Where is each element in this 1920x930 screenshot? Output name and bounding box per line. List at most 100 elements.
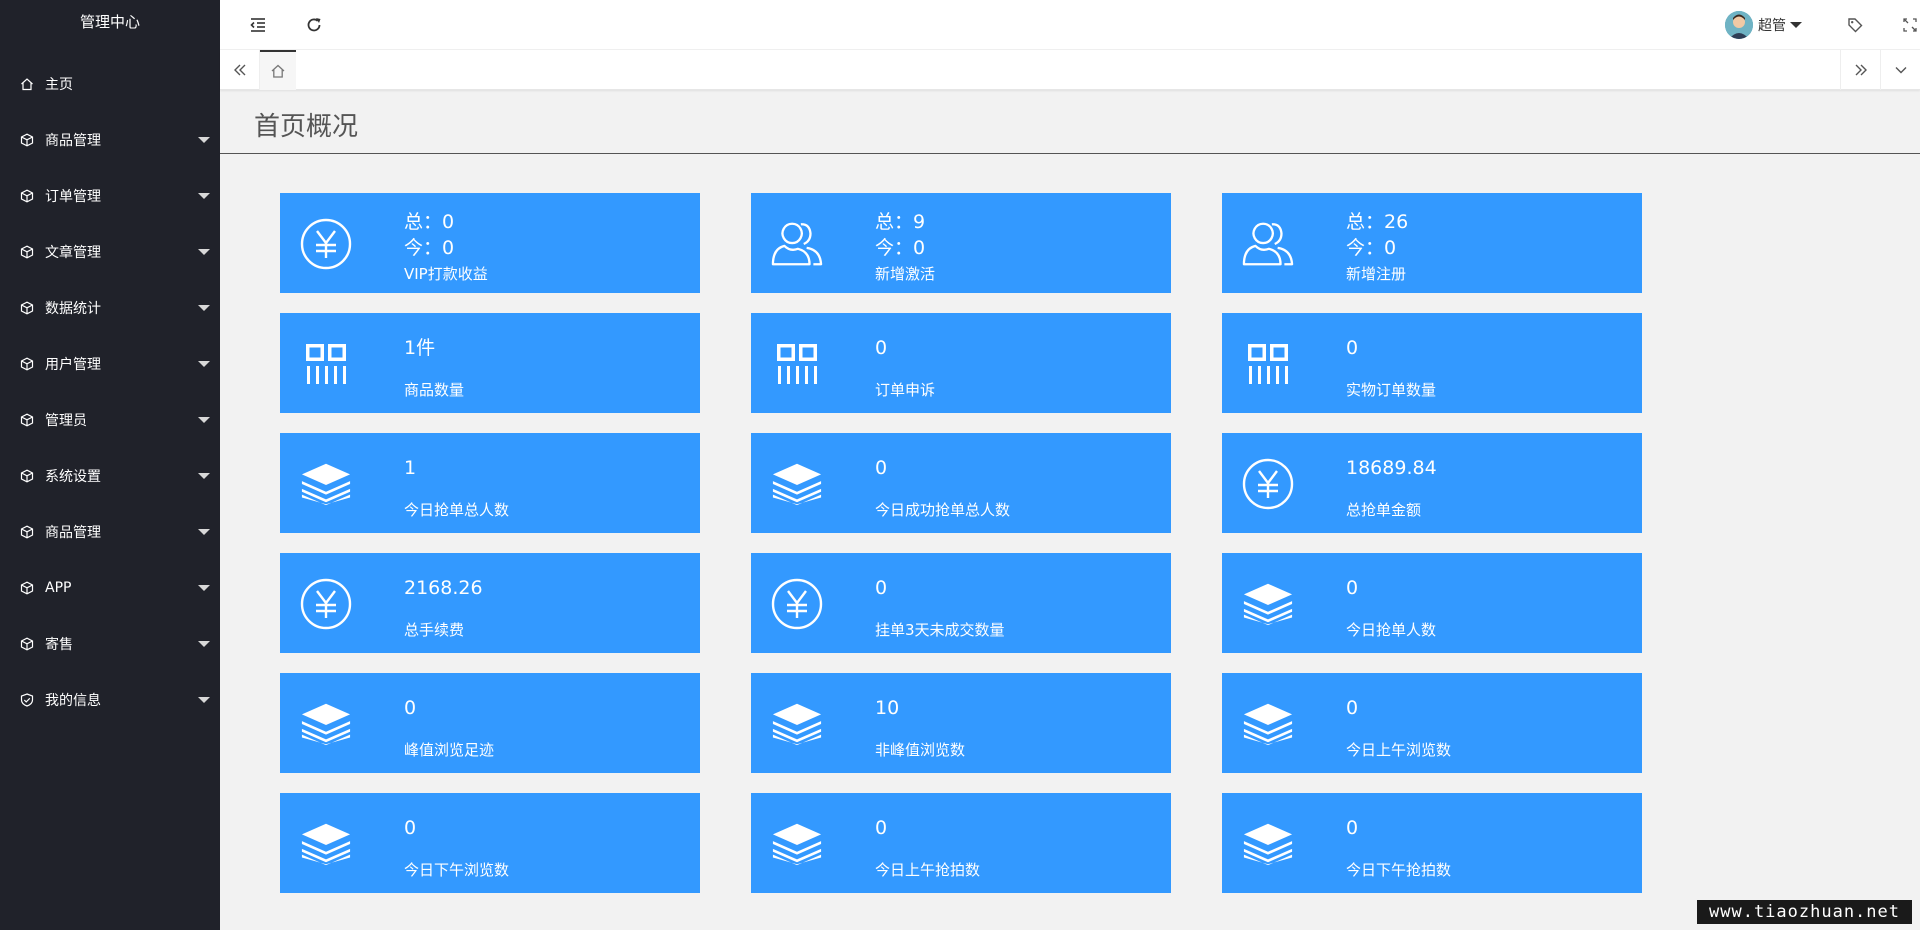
stat-value: 18689.84: [1346, 457, 1437, 479]
cube-icon: [20, 189, 34, 203]
stat-card[interactable]: 0 今日成功抢单总人数: [751, 433, 1171, 533]
stat-card[interactable]: 0 今日下午抢拍数: [1222, 793, 1642, 893]
sidebar-item-3[interactable]: 文章管理: [0, 224, 220, 280]
sidebar-item-11[interactable]: 我的信息: [0, 672, 220, 728]
sidebar-item-2[interactable]: 订单管理: [0, 168, 220, 224]
stat-card[interactable]: 1件 商品数量: [280, 313, 700, 413]
users-icon: [771, 218, 823, 270]
stat-today: 今：0: [404, 235, 454, 261]
sidebar-item-4[interactable]: 数据统计: [0, 280, 220, 336]
stat-card[interactable]: 总：9 今：0 新增激活: [751, 193, 1171, 293]
stat-card[interactable]: 0 今日上午抢拍数: [751, 793, 1171, 893]
stat-today-label: 今：: [875, 237, 914, 259]
tags-button[interactable]: [1830, 0, 1880, 50]
cube-icon: [20, 133, 34, 147]
stat-label: 总手续费: [404, 621, 465, 639]
sidebar-item-0[interactable]: 主页: [0, 56, 220, 112]
stat-total: 总：9: [875, 209, 925, 235]
stat-total: 总：26: [1346, 209, 1408, 235]
sidebar-item-label: 商品管理: [45, 133, 101, 149]
layers-icon: [1242, 578, 1294, 630]
stat-card[interactable]: 0 今日上午浏览数: [1222, 673, 1642, 773]
stat-total-value: 0: [442, 211, 455, 233]
double-chevron-right-icon: [1855, 64, 1867, 76]
stat-total-label: 总：: [404, 211, 443, 233]
sidebar-item-10[interactable]: 寄售: [0, 616, 220, 672]
sidebar-item-label: 我的信息: [45, 693, 101, 709]
yen-icon: [300, 578, 352, 630]
sidebar-item-label: 主页: [45, 77, 73, 93]
stat-label: 订单申诉: [875, 381, 936, 399]
stat-card[interactable]: 0 挂单3天未成交数量: [751, 553, 1171, 653]
toggle-sidebar-button[interactable]: [233, 0, 283, 50]
stat-card[interactable]: 0 今日抢单人数: [1222, 553, 1642, 653]
caret-down-icon: [198, 305, 210, 311]
layers-icon: [300, 818, 352, 870]
stat-card[interactable]: 0 今日下午浏览数: [280, 793, 700, 893]
stat-value: 1: [404, 457, 417, 479]
sidebar-item-1[interactable]: 商品管理: [0, 112, 220, 168]
stat-card[interactable]: 总：26 今：0 新增注册: [1222, 193, 1642, 293]
sidebar-item-8[interactable]: 商品管理: [0, 504, 220, 560]
stat-value: 0: [875, 817, 888, 839]
user-menu[interactable]: 超管: [1725, 0, 1802, 50]
top-header: 超管: [220, 0, 1920, 50]
sidebar-item-label: 商品管理: [45, 525, 101, 541]
cube-icon: [20, 581, 34, 595]
stat-today-value: 0: [1384, 237, 1397, 259]
chevron-down-icon: [1895, 67, 1906, 74]
sidebar-item-9[interactable]: APP: [0, 560, 220, 616]
stat-card[interactable]: 10 非峰值浏览数: [751, 673, 1171, 773]
stat-value: 0: [875, 337, 888, 359]
stat-card[interactable]: 0 订单申诉: [751, 313, 1171, 413]
stat-card[interactable]: 18689.84 总抢单金额: [1222, 433, 1642, 533]
yen-icon: [771, 578, 823, 630]
sidebar: 管理中心 主页 商品管理 订单管理 文章管理 数据统计 用户管理 管理员 系统设置 商品管理 AP…: [0, 0, 220, 930]
stat-card[interactable]: 0 峰值浏览足迹: [280, 673, 700, 773]
stat-label: VIP打款收益: [404, 265, 488, 283]
stat-value: 0: [404, 697, 417, 719]
stat-card[interactable]: 2168.26 总手续费: [280, 553, 700, 653]
stat-value: 2168.26: [404, 577, 483, 599]
caret-down-icon: [198, 585, 210, 591]
tab-home[interactable]: [260, 50, 296, 90]
tabs-bar: [220, 50, 1920, 90]
yen-icon: [1242, 458, 1294, 510]
sidebar-item-label: 管理员: [45, 413, 87, 429]
stat-value: 1件: [404, 337, 436, 359]
stat-card[interactable]: 0 实物订单数量: [1222, 313, 1642, 413]
stat-total-value: 9: [913, 211, 926, 233]
sidebar-menu: 主页 商品管理 订单管理 文章管理 数据统计 用户管理 管理员 系统设置 商品管理 APP 寄售 我的…: [0, 56, 220, 728]
layers-icon: [300, 698, 352, 750]
stat-today-value: 0: [913, 237, 926, 259]
sidebar-item-label: 数据统计: [45, 301, 101, 317]
users-icon: [1242, 218, 1294, 270]
layers-icon: [1242, 818, 1294, 870]
stat-label: 今日成功抢单总人数: [875, 501, 1011, 519]
tabs-scroll-left-button[interactable]: [220, 50, 260, 90]
stat-label: 新增注册: [1346, 265, 1407, 283]
caret-down-icon: [198, 529, 210, 535]
home-icon: [20, 77, 34, 91]
avatar: [1725, 11, 1753, 39]
tabs-menu-button[interactable]: [1880, 50, 1920, 90]
sidebar-item-5[interactable]: 用户管理: [0, 336, 220, 392]
stat-label: 今日抢单总人数: [404, 501, 510, 519]
stat-card[interactable]: 1 今日抢单总人数: [280, 433, 700, 533]
fullscreen-button[interactable]: [1885, 0, 1920, 50]
indent-icon: [250, 18, 265, 32]
caret-down-icon: [198, 137, 210, 143]
caret-down-icon: [198, 641, 210, 647]
stat-card[interactable]: 总：0 今：0 VIP打款收益: [280, 193, 700, 293]
stat-total-value: 26: [1384, 211, 1409, 233]
sidebar-item-7[interactable]: 系统设置: [0, 448, 220, 504]
stat-total: 总：0: [404, 209, 454, 235]
layers-icon: [300, 458, 352, 510]
fullscreen-icon: [1903, 18, 1917, 32]
refresh-button[interactable]: [289, 0, 339, 50]
watermark: www.tiaozhuan.net: [1697, 900, 1912, 924]
page-title: 首页概况: [254, 112, 359, 142]
sidebar-item-6[interactable]: 管理员: [0, 392, 220, 448]
cube-icon: [20, 413, 34, 427]
tabs-scroll-right-button[interactable]: [1840, 50, 1880, 90]
